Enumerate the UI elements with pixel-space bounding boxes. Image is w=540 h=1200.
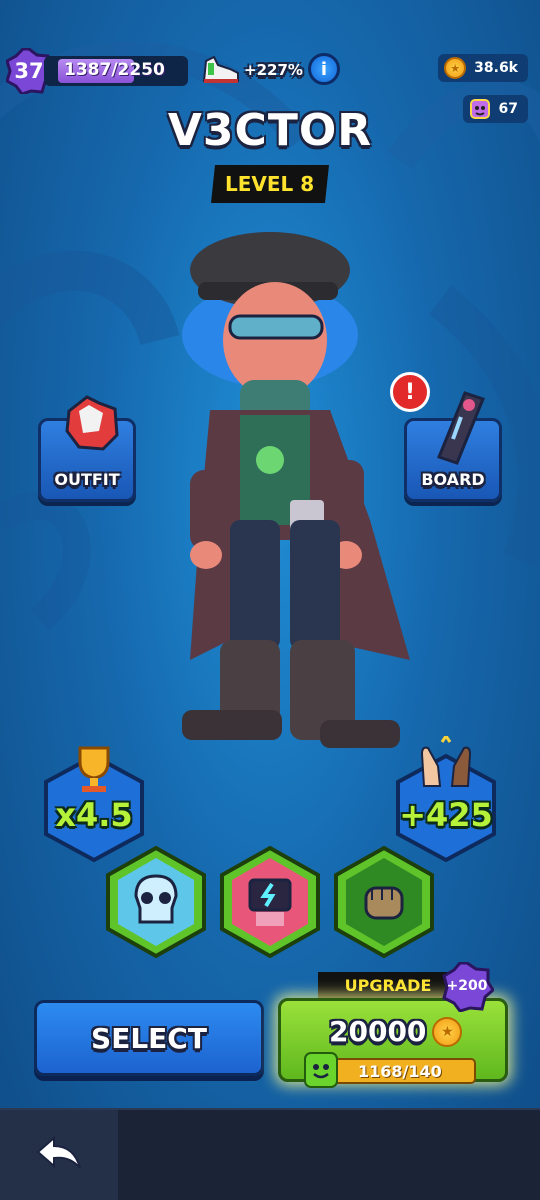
boost-indicator[interactable]: +227% — [200, 50, 303, 90]
upgrade-cards-progress: 1168/140 — [314, 1058, 476, 1084]
ability-slot-3[interactable] — [332, 844, 436, 960]
ability-slot-1[interactable] — [104, 844, 208, 960]
board-button-label: BOARD — [421, 470, 485, 489]
skull-ability-icon — [134, 874, 178, 924]
robot-ability-icon — [248, 878, 292, 926]
character-name: V3CTOR — [167, 105, 373, 156]
hoverboard-icon — [437, 391, 485, 465]
high-five-icon — [420, 736, 472, 787]
upgrade-cost: 20000 ★ — [329, 1015, 463, 1048]
upgrade-bonus-value: +200 — [446, 978, 488, 994]
outfit-button-label: OUTFIT — [54, 470, 120, 489]
trophy-icon — [78, 746, 110, 792]
coin-icon: ★ — [432, 1016, 463, 1047]
upgrade-label: UPGRADE — [318, 972, 458, 998]
outfit-icon — [65, 395, 119, 451]
outfit-button[interactable]: OUTFIT — [38, 395, 136, 502]
select-button[interactable]: SELECT — [34, 1000, 264, 1076]
character-illustration — [182, 232, 410, 748]
xp-progress-text: 1387/2250 — [64, 60, 165, 80]
boost-value: +227% — [244, 61, 303, 79]
sneaker-icon — [202, 55, 239, 83]
bottom-navigation — [0, 1108, 540, 1200]
coin-balance[interactable]: ★ 38.6k — [438, 54, 528, 82]
upgrade-bonus-badge: +200 — [440, 962, 494, 1012]
character-level-tag: LEVEL 8 — [211, 165, 329, 203]
select-button-label: SELECT — [91, 1021, 207, 1055]
upgrade-cards-progress-text: 1168/140 — [358, 1062, 442, 1081]
info-button[interactable]: i — [308, 53, 340, 85]
xp-progress-bar: 1387/2250 — [44, 56, 188, 86]
character-level-label: LEVEL 8 — [225, 172, 315, 196]
back-button[interactable] — [0, 1110, 118, 1200]
board-button[interactable]: BOARD — [404, 391, 502, 502]
coin-icon: ★ — [444, 57, 467, 79]
coin-balance-value: 38.6k — [474, 60, 518, 76]
board-alert-badge: ! — [390, 372, 430, 412]
trophy-multiplier-value: x4.5 — [55, 796, 133, 834]
high-five-value: +425 — [399, 796, 493, 834]
info-icon: i — [320, 58, 328, 80]
upgrade-cost-value: 20000 — [329, 1015, 427, 1048]
alert-icon: ! — [404, 379, 416, 405]
ability-slot-2[interactable] — [218, 844, 322, 960]
character-card-icon — [304, 1052, 338, 1088]
back-arrow-icon — [36, 1135, 81, 1169]
fist-ability-icon — [364, 886, 404, 920]
